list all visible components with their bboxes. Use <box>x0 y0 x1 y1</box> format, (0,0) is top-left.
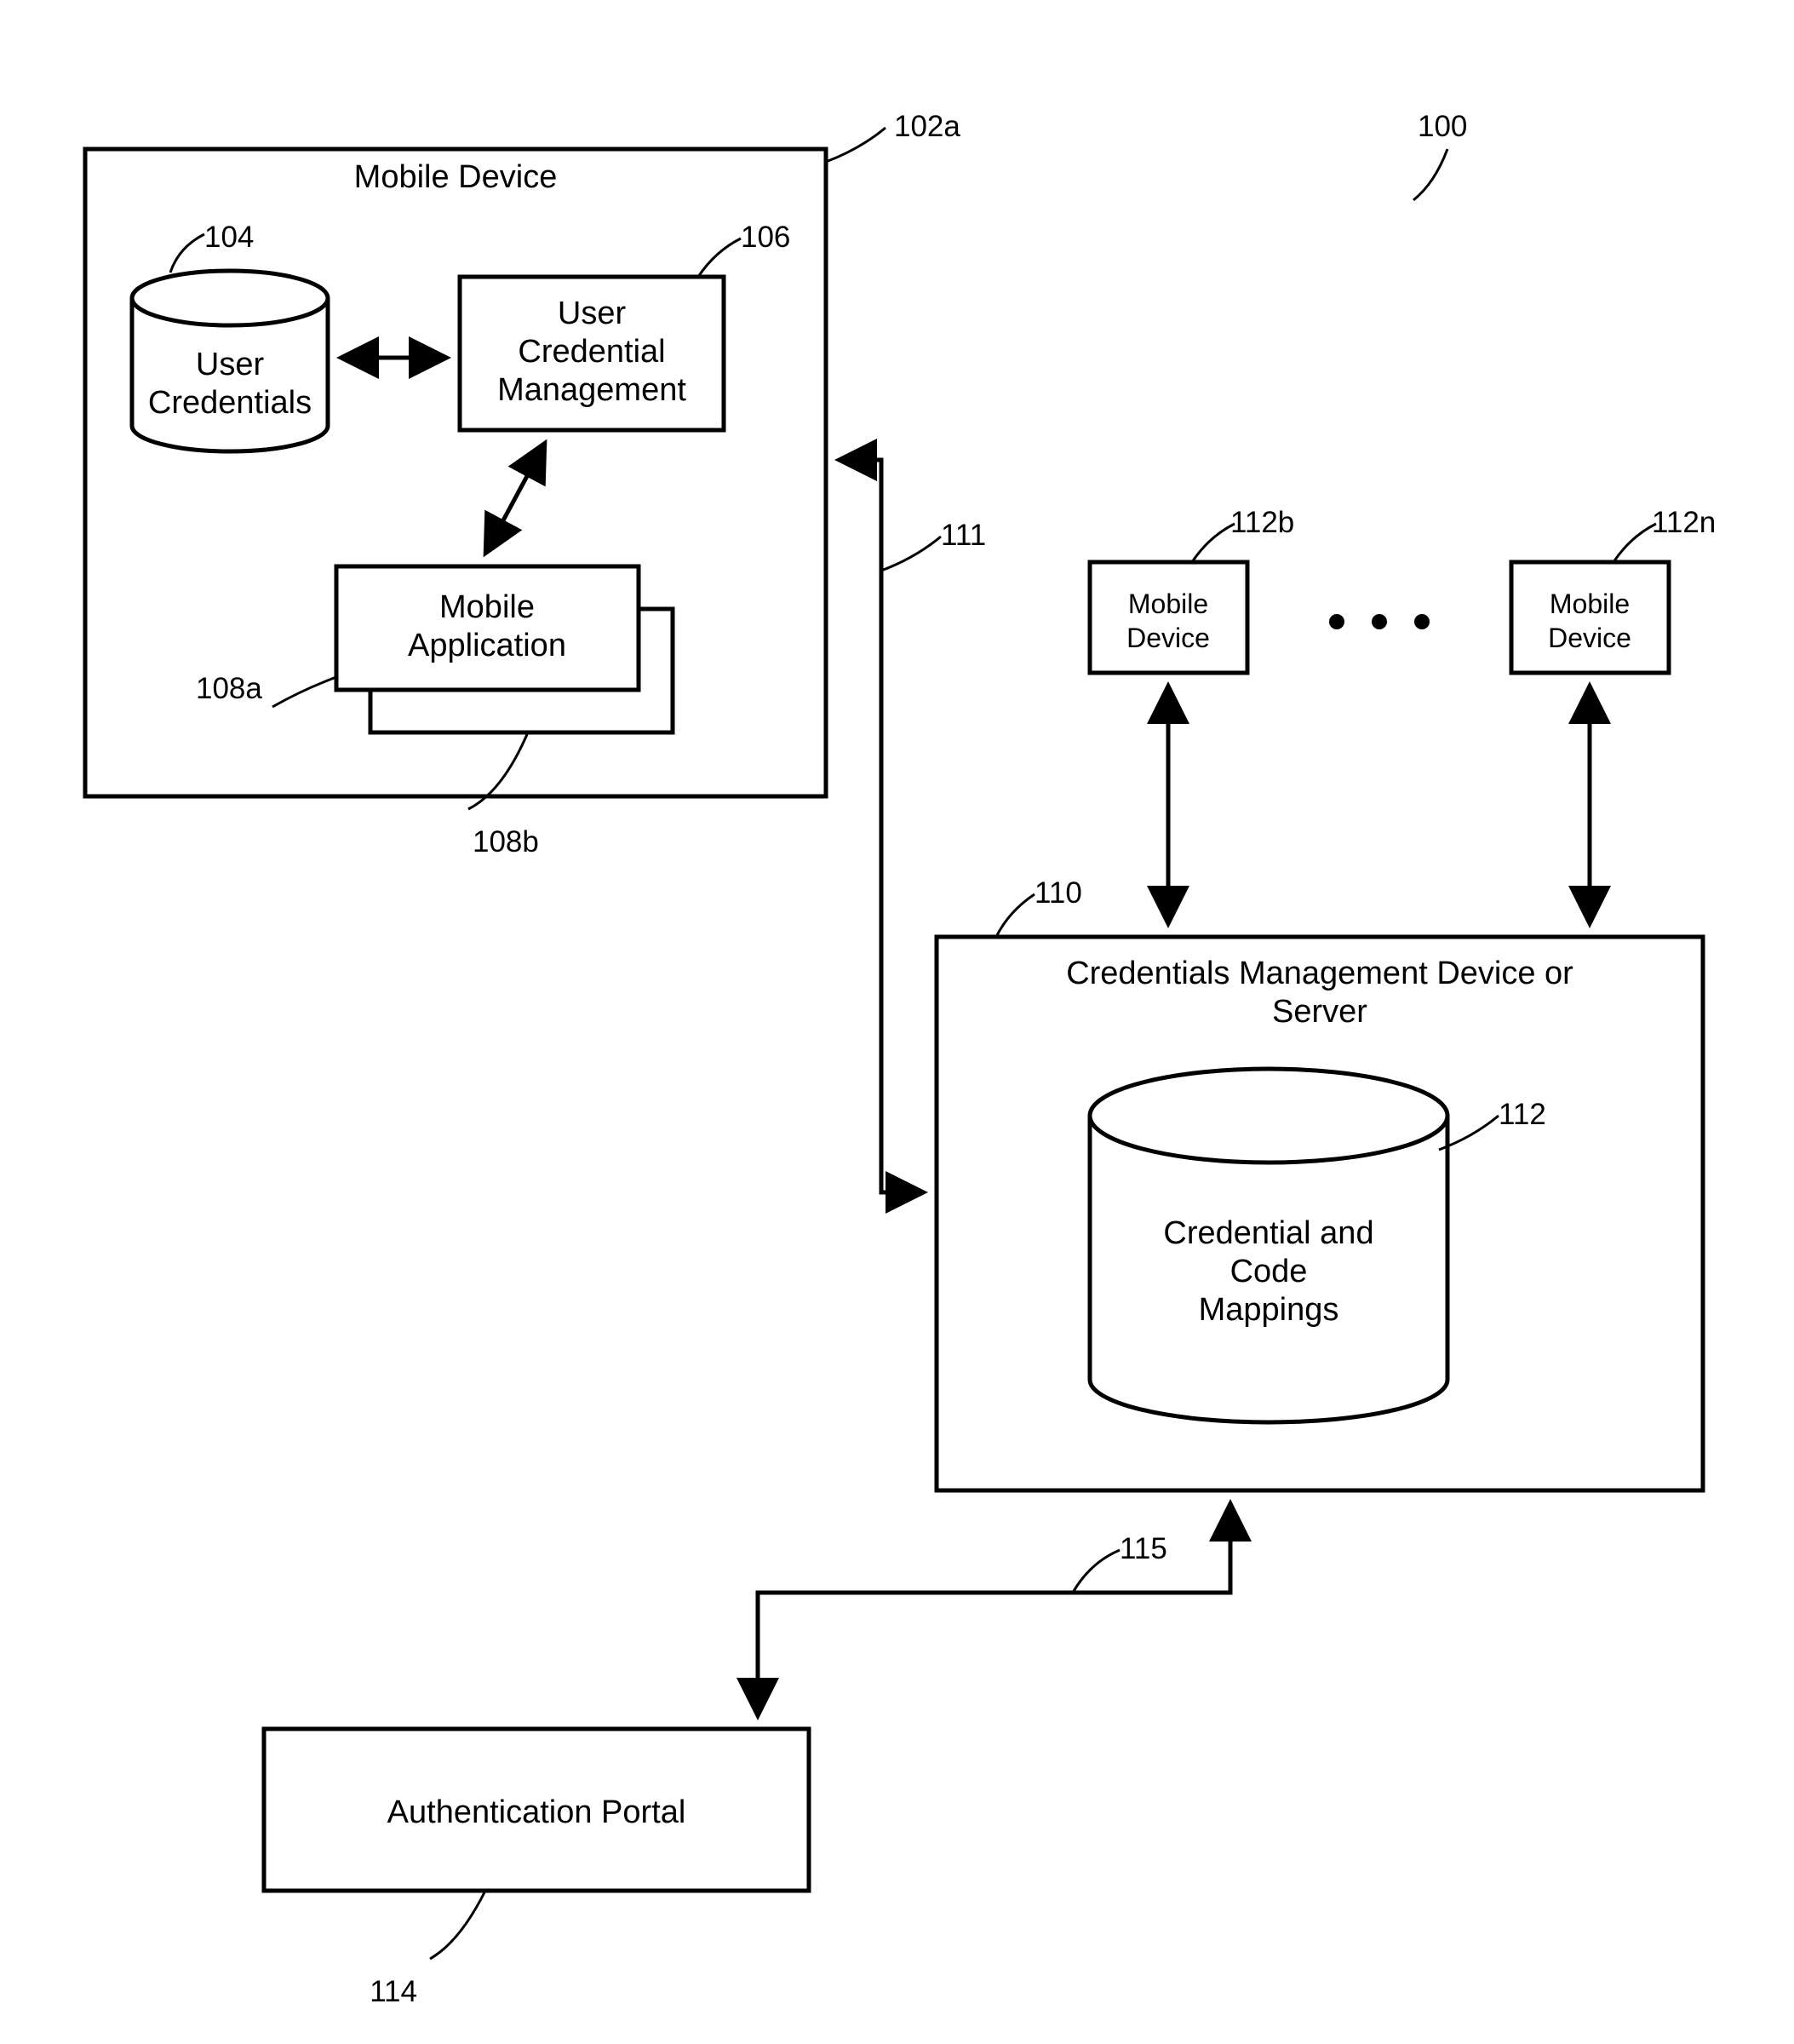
link-115: 115 <box>758 1503 1230 1716</box>
mobile-device-a-title: Mobile Device <box>354 159 558 195</box>
ref-108b: 108b <box>473 825 539 858</box>
ref-104: 104 <box>204 221 254 254</box>
ref-112: 112 <box>1499 1098 1546 1131</box>
svg-text:User: User <box>558 296 627 331</box>
svg-text:User: User <box>196 347 265 382</box>
svg-text:Credentials: Credentials <box>148 385 312 421</box>
ref-112n: 112n <box>1652 506 1716 539</box>
arrow-mgmt-to-app <box>485 443 545 554</box>
ref-106: 106 <box>741 221 790 254</box>
mobile-device-n: Mobile Device 112n <box>1511 506 1716 673</box>
figure-ref: 100 <box>1413 110 1467 200</box>
mobile-device-a: Mobile Device 102a User Credentials 104 … <box>85 110 960 858</box>
ellipsis-dots <box>1329 614 1430 629</box>
svg-text:Mappings: Mappings <box>1199 1292 1339 1328</box>
svg-text:100: 100 <box>1418 110 1467 143</box>
server-title-1: Credentials Management Device or <box>1066 956 1573 991</box>
svg-text:Code: Code <box>1230 1254 1308 1289</box>
authentication-portal: Authentication Portal 114 <box>264 1729 809 2008</box>
ref-114: 114 <box>370 1975 417 2008</box>
svg-text:Credential: Credential <box>518 334 665 370</box>
mobile-application-box: Mobile Application <box>336 566 673 732</box>
auth-portal-label: Authentication Portal <box>387 1794 686 1830</box>
credential-code-mappings-db: Credential and Code Mappings <box>1090 1069 1447 1422</box>
ref-115: 115 <box>1120 1532 1167 1565</box>
svg-text:Device: Device <box>1548 623 1631 653</box>
server-title-2: Server <box>1272 994 1367 1030</box>
user-cred-mgmt-box: User Credential Management <box>460 277 724 430</box>
mobile-device-b: Mobile Device 112b <box>1090 506 1294 673</box>
ref-112b: 112b <box>1230 506 1294 539</box>
svg-text:Credential and: Credential and <box>1163 1215 1373 1251</box>
svg-text:Management: Management <box>497 372 686 408</box>
link-111: 111 <box>839 460 986 1192</box>
credentials-server: Credentials Management Device or Server … <box>937 876 1703 1490</box>
svg-text:Device: Device <box>1126 623 1210 653</box>
ref-110: 110 <box>1035 876 1082 910</box>
svg-text:Mobile: Mobile <box>1550 589 1630 619</box>
ref-111: 111 <box>941 519 986 552</box>
svg-text:Application: Application <box>408 628 566 663</box>
user-credentials-db: User Credentials <box>132 271 328 451</box>
ref-102a: 102a <box>894 110 960 143</box>
svg-text:Mobile: Mobile <box>439 589 535 625</box>
ref-108a: 108a <box>196 672 262 705</box>
svg-text:Mobile: Mobile <box>1128 589 1208 619</box>
